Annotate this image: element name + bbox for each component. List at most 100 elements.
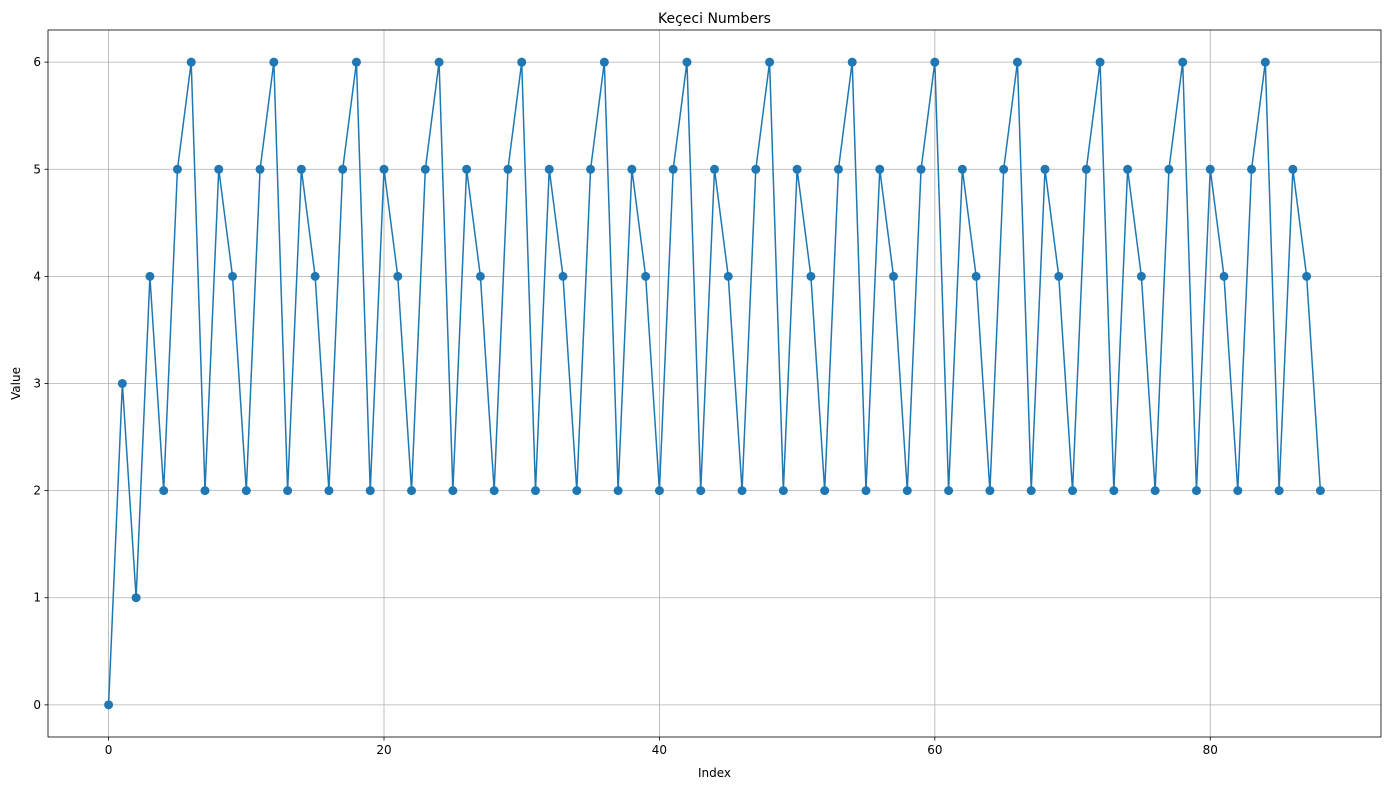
data-point <box>641 271 651 281</box>
data-point <box>324 486 334 496</box>
data-point <box>1123 164 1133 174</box>
data-point <box>586 164 596 174</box>
data-point <box>1136 271 1146 281</box>
y-tick-label: 0 <box>33 698 41 712</box>
y-tick-label: 1 <box>33 591 41 605</box>
data-point <box>255 164 265 174</box>
data-point <box>1164 164 1174 174</box>
data-point <box>310 271 320 281</box>
data-point <box>723 271 733 281</box>
data-point <box>792 164 802 174</box>
data-point <box>985 486 995 496</box>
x-tick-label: 80 <box>1203 743 1218 757</box>
data-point <box>1095 57 1105 67</box>
y-tick-label: 2 <box>33 484 41 498</box>
data-point <box>806 271 816 281</box>
data-point <box>503 164 513 174</box>
data-point <box>820 486 830 496</box>
data-point <box>668 164 678 174</box>
data-point <box>765 57 775 67</box>
data-point <box>710 164 719 174</box>
data-point <box>916 164 926 174</box>
data-point <box>544 164 554 174</box>
chart: 0 20 40 60 80 0 1 2 3 4 5 6 Keçeci Numbers Index V… <box>0 0 1389 790</box>
data-point <box>737 486 747 496</box>
data-point <box>558 271 568 281</box>
data-point <box>971 271 981 281</box>
data-point <box>1040 164 1050 174</box>
data-point <box>613 486 623 496</box>
data-point <box>627 164 637 174</box>
data-point <box>1026 486 1036 496</box>
data-point <box>957 164 967 174</box>
data-point <box>889 271 899 281</box>
data-point <box>269 57 279 67</box>
data-point <box>572 486 582 496</box>
data-point <box>1109 486 1119 496</box>
data-point <box>338 164 348 174</box>
y-tick-label: 6 <box>33 55 41 69</box>
data-point <box>186 57 196 67</box>
data-point <box>475 271 485 281</box>
data-point <box>1068 486 1078 496</box>
data-point <box>1191 486 1201 496</box>
y-tick-label: 5 <box>33 162 41 176</box>
data-point <box>599 57 609 67</box>
data-point <box>1054 271 1064 281</box>
data-point <box>379 164 389 174</box>
data-point <box>434 57 444 67</box>
data-point <box>778 486 788 496</box>
data-point <box>365 486 375 496</box>
data-point <box>159 486 169 496</box>
data-point <box>200 486 210 496</box>
data-point <box>104 700 114 710</box>
data-point <box>1260 57 1270 67</box>
data-point <box>1178 57 1188 67</box>
data-point <box>530 486 540 496</box>
x-tick-label: 60 <box>927 743 942 757</box>
data-point <box>489 486 499 496</box>
data-point <box>1081 164 1091 174</box>
data-point <box>930 57 940 67</box>
data-point <box>654 486 664 496</box>
data-point <box>847 57 857 67</box>
data-point <box>393 271 403 281</box>
data-point <box>696 486 706 496</box>
data-point <box>1233 486 1243 496</box>
data-point <box>283 486 293 496</box>
data-point <box>1288 164 1298 174</box>
data-point <box>1302 271 1312 281</box>
data-point <box>1012 57 1022 67</box>
data-point <box>228 271 238 281</box>
data-point <box>861 486 871 496</box>
x-tick-label: 0 <box>105 743 113 757</box>
data-point <box>131 593 141 603</box>
data-point <box>462 164 472 174</box>
data-point <box>172 164 182 174</box>
data-point <box>999 164 1009 174</box>
data-point <box>296 164 306 174</box>
y-axis-label: Value <box>9 367 23 400</box>
data-point <box>117 379 127 388</box>
data-point <box>1219 271 1229 281</box>
data-point <box>751 164 761 174</box>
y-tick-label: 3 <box>33 377 41 391</box>
data-point <box>351 57 361 67</box>
data-point <box>145 271 155 281</box>
x-axis-label: Index <box>698 766 731 780</box>
data-point <box>944 486 954 496</box>
data-point <box>1150 486 1160 496</box>
chart-title: Keçeci Numbers <box>658 11 771 27</box>
data-point <box>833 164 843 174</box>
data-point <box>902 486 912 496</box>
data-point <box>407 486 417 496</box>
y-tick-label: 4 <box>33 269 41 283</box>
data-point <box>448 486 458 496</box>
data-point <box>517 57 527 67</box>
data-point <box>1247 164 1257 174</box>
x-tick-label: 20 <box>376 743 391 757</box>
x-tick-label: 40 <box>652 743 667 757</box>
data-point <box>1205 164 1215 174</box>
data-point <box>875 164 885 174</box>
data-point <box>1315 486 1325 496</box>
